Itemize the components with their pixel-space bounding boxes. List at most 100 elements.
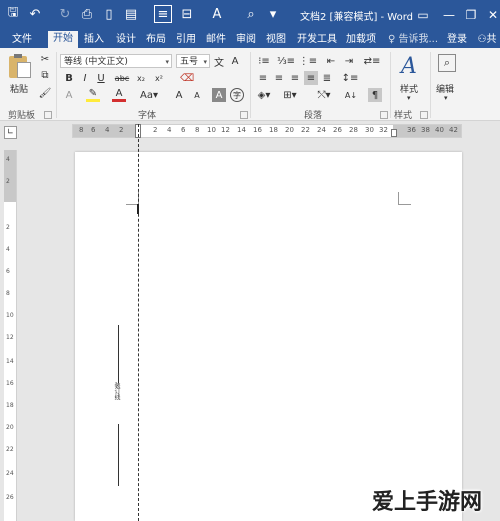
tab-selector-icon[interactable]: ∟	[4, 126, 17, 139]
clipboard-launcher-icon[interactable]	[44, 111, 52, 119]
font-launcher-icon[interactable]	[240, 111, 248, 119]
tab-insert[interactable]: 插入	[80, 32, 108, 48]
change-case-button[interactable]: Aa▾	[138, 88, 160, 102]
distribute-icon[interactable]: ≣	[320, 71, 334, 85]
ruler-number: 18	[6, 402, 14, 409]
tab-mailings[interactable]: 邮件	[202, 32, 230, 48]
tab-design[interactable]: 设计	[112, 32, 140, 48]
ruler-number: 28	[349, 126, 358, 134]
superscript-button[interactable]: x²	[152, 71, 166, 85]
ribbon-options-icon[interactable]: ▭	[414, 6, 432, 24]
page-view-icon[interactable]: ≡	[154, 5, 172, 23]
styles-button[interactable]: A 样式 ▾	[396, 52, 426, 102]
find-icon[interactable]: ⌕	[242, 5, 260, 23]
show-marks-icon[interactable]: ¶	[368, 88, 382, 102]
italic-button[interactable]: I	[78, 71, 92, 85]
ruler-number: 6	[6, 268, 10, 275]
align-right-icon[interactable]: ≡	[288, 71, 302, 85]
ruler-number: 32	[379, 126, 388, 134]
restore-button[interactable]: ❐	[462, 6, 480, 24]
right-indent-marker[interactable]	[391, 129, 397, 137]
text-effects-icon[interactable]: A	[62, 88, 76, 102]
grow-font-button[interactable]: A	[172, 88, 186, 102]
tab-view[interactable]: 视图	[262, 32, 290, 48]
editing-button[interactable]: ⌕ 编辑 ▾	[436, 52, 460, 102]
separator	[430, 52, 431, 118]
sort-icon[interactable]: A↓	[344, 88, 358, 102]
separator	[390, 52, 391, 118]
line-spacing-icon[interactable]: ↕≡	[340, 71, 360, 85]
horizontal-ruler[interactable]: 8 6 4 2 2 4 6 8 10 12 14 16 18 20 22 24 …	[72, 124, 462, 138]
login-link[interactable]: 登录	[444, 32, 470, 48]
more-icon[interactable]: ▾	[264, 5, 282, 23]
increase-indent-icon[interactable]: ⇥	[342, 54, 356, 68]
paste-label: 粘贴	[10, 85, 29, 95]
title-bar: 🖫 ↶ ↻ ⎙ ▯ ▤ ≡ ⊟ A ⌕ ▾ 文档2 [兼容模式] - Word …	[0, 0, 500, 30]
save-icon[interactable]: 🖫	[4, 5, 22, 23]
tell-me-box[interactable]: ♀ 告诉我...	[386, 32, 440, 48]
paragraph-launcher-icon[interactable]	[380, 111, 388, 119]
strikethrough-button[interactable]: abc	[112, 71, 132, 85]
ruler-number: 16	[6, 380, 14, 387]
chinese-layout-icon[interactable]: ⇄≡	[362, 54, 382, 68]
subscript-button[interactable]: x₂	[134, 71, 148, 85]
ruler-number: 30	[365, 126, 374, 134]
char-border-icon[interactable]: A	[228, 54, 242, 68]
multilevel-list-icon[interactable]: ⋮≡	[298, 54, 318, 68]
ruler-number: 6	[91, 126, 96, 134]
tab-developer[interactable]: 开发工具	[294, 32, 340, 48]
tab-home[interactable]: 开始	[48, 31, 78, 48]
align-center-icon[interactable]: ≡	[272, 71, 286, 85]
shrink-font-button[interactable]: A	[190, 88, 204, 102]
group-paragraph-label: 段落	[304, 111, 323, 121]
ruler-number: 22	[6, 446, 14, 453]
styles-launcher-icon[interactable]	[420, 111, 428, 119]
format-painter-icon[interactable]: 🖌	[38, 86, 52, 100]
clipboard-icon	[9, 54, 31, 78]
tab-review[interactable]: 审阅	[232, 32, 260, 48]
tab-layout[interactable]: 布局	[142, 32, 170, 48]
align-left-icon[interactable]: ≡	[256, 71, 270, 85]
gutter-dashed-line	[138, 124, 139, 521]
tab-references[interactable]: 引用	[172, 32, 200, 48]
clear-format-icon[interactable]: ⌫	[180, 71, 194, 85]
borders-icon[interactable]: ⊞▾	[280, 88, 300, 102]
lightbulb-icon: ♀	[387, 34, 396, 45]
phonetic-guide-icon[interactable]: 文	[212, 54, 226, 69]
bullets-icon[interactable]: ⁝≡	[254, 54, 274, 68]
align-icon[interactable]: ⊟	[178, 5, 196, 23]
ruler-number: 38	[421, 126, 430, 134]
paste-button[interactable]: 粘贴	[6, 54, 32, 98]
highlight-icon[interactable]: ✎	[86, 88, 100, 102]
copy-icon[interactable]: ⧉	[38, 68, 52, 82]
char-shading-icon[interactable]: A	[212, 88, 226, 102]
font-size-combo[interactable]: 五号 ▾	[176, 54, 210, 68]
ruler-number: 20	[285, 126, 294, 134]
undo-icon[interactable]: ↶	[26, 5, 44, 23]
tab-addins[interactable]: 加载项	[342, 32, 380, 48]
numbering-icon[interactable]: ⅓≡	[276, 54, 296, 68]
enclose-char-icon[interactable]: 字	[230, 88, 244, 102]
tab-file[interactable]: 文件	[8, 32, 36, 48]
decrease-indent-icon[interactable]: ⇤	[324, 54, 338, 68]
font-color-button[interactable]: A	[112, 88, 126, 102]
cut-icon[interactable]: ✂	[38, 52, 52, 66]
bold-button[interactable]: B	[62, 71, 76, 85]
justify-icon[interactable]: ≡	[304, 71, 318, 85]
font-color-icon[interactable]: A	[208, 5, 226, 23]
redo-icon[interactable]: ↻	[56, 5, 74, 23]
underline-button[interactable]: U	[94, 71, 108, 85]
ruler-number: 12	[6, 334, 14, 341]
shading-icon[interactable]: ◈▾	[254, 88, 274, 102]
paste-special-icon[interactable]: ▤	[122, 5, 140, 23]
document-page[interactable]	[75, 152, 462, 521]
share-button[interactable]: ⚇共	[474, 32, 500, 48]
minimize-button[interactable]: —	[440, 6, 458, 24]
vertical-ruler[interactable]: 4 2 2 4 6 8 10 12 14 16 18 20 22 24 26	[4, 150, 17, 521]
new-doc-icon[interactable]: ▯	[100, 5, 118, 23]
ruler-number: 26	[6, 494, 14, 501]
font-name-combo[interactable]: 等线 (中文正文) ▾	[60, 54, 172, 68]
asian-layout-icon[interactable]: ⤲▾	[312, 88, 336, 102]
print-preview-icon[interactable]: ⎙	[78, 5, 96, 23]
close-button[interactable]: ✕	[484, 6, 500, 24]
